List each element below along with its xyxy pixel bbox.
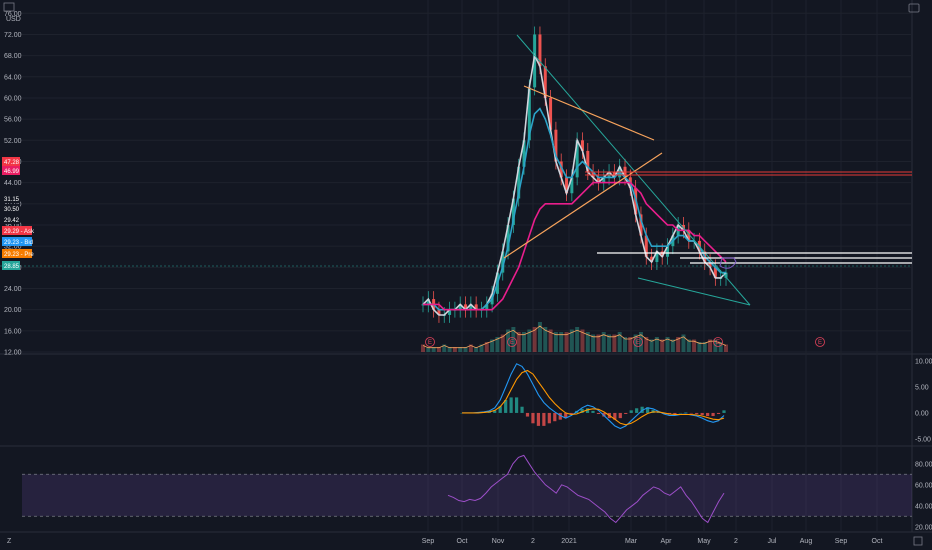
price-tick-label: 52.00 <box>4 138 22 145</box>
macd-histogram-bar <box>553 412 557 422</box>
price-tick-label: 64.00 <box>4 74 22 81</box>
earnings-label: E <box>428 340 432 346</box>
rsi-tick-label: 40.00 <box>915 503 932 510</box>
x-tick-label: Aug <box>800 538 813 545</box>
macd-histogram-bar <box>618 412 622 419</box>
x-tick-label: Oct <box>457 538 468 545</box>
macd-histogram-bar <box>596 412 601 414</box>
macd-histogram-bar <box>673 412 677 414</box>
volume-bar <box>724 344 728 352</box>
price-badge-text: 31.15 <box>4 197 20 203</box>
x-tick-label: Sep <box>835 538 848 545</box>
macd-histogram-bar <box>514 397 519 413</box>
macd-tick-label: 0.00 <box>915 410 929 417</box>
price-badge-text: 30.50 <box>4 207 20 213</box>
macd-histogram-bar <box>635 408 639 413</box>
macd-histogram-bar <box>525 412 530 417</box>
earnings-label: E <box>818 340 822 346</box>
rsi-tick-label: 20.00 <box>915 524 932 531</box>
x-tick-label: 2 <box>734 538 738 545</box>
x-tick-label: 2 <box>531 538 535 545</box>
x-tick-label: Oct <box>872 538 883 545</box>
rsi-tick-label: 80.00 <box>915 461 932 468</box>
price-badge-text: 47.28 <box>4 160 20 166</box>
chart-canvas[interactable]: USD EEEEE 76.0072.0068.0064.0060.0056.00… <box>0 0 932 550</box>
price-badge-text: 29.23 - Pre <box>4 252 34 258</box>
earnings-label: E <box>510 340 514 346</box>
macd-histogram-bar <box>624 412 628 414</box>
rsi-band <box>22 474 912 517</box>
earnings-label: E <box>716 340 720 346</box>
macd-histogram-bar <box>547 412 551 424</box>
macd-tick-label: 5.00 <box>915 385 929 392</box>
price-tick-label: 16.00 <box>4 328 22 335</box>
macd-histogram-bar <box>629 410 633 413</box>
x-tick-label: Apr <box>661 538 673 545</box>
macd-histogram-bar <box>520 406 524 413</box>
macd-tick-label: 10.00 <box>915 359 932 366</box>
macd-histogram-bar <box>591 410 595 413</box>
price-tick-label: 12.00 <box>4 350 22 357</box>
macd-histogram-bar <box>706 412 710 417</box>
price-tick-label: 20.00 <box>4 307 22 314</box>
price-badge-text: 29.29 - Ask <box>4 229 35 235</box>
macd-tick-label: -5.00 <box>915 436 931 443</box>
earnings-label: E <box>636 340 640 346</box>
price-tick-label: 76.00 <box>4 11 22 18</box>
x-tick-label: Sep <box>422 538 435 545</box>
price-tick-label: 24.00 <box>4 286 22 293</box>
macd-histogram-bar <box>531 412 535 424</box>
x-tick-label: Jul <box>768 538 777 545</box>
macd-histogram-bar <box>678 412 682 414</box>
macd-histogram-bar <box>509 397 513 413</box>
macd-histogram-bar <box>695 412 699 414</box>
macd-histogram-bar <box>716 412 721 414</box>
logo-icon: Z <box>7 538 12 545</box>
macd-histogram-bar <box>536 412 541 426</box>
price-tick-label: 56.00 <box>4 117 22 124</box>
price-tick-label: 44.00 <box>4 180 22 187</box>
macd-histogram-bar <box>684 412 688 413</box>
price-tick-label: 60.00 <box>4 95 22 102</box>
x-tick-label: 2021 <box>561 538 577 545</box>
x-tick-label: May <box>697 538 711 545</box>
x-tick-label: Mar <box>625 538 638 545</box>
price-tick-label: 68.00 <box>4 53 22 60</box>
price-badge-text: 46.99 <box>4 169 20 175</box>
macd-histogram-bar <box>722 410 726 413</box>
x-tick-label: Nov <box>492 538 505 545</box>
rsi-tick-label: 60.00 <box>915 482 932 489</box>
price-badge-text: 28.85 <box>4 264 20 270</box>
price-tick-label: 72.00 <box>4 32 22 39</box>
chart-background <box>0 0 932 550</box>
macd-histogram-bar <box>689 412 693 414</box>
macd-histogram-bar <box>700 412 704 416</box>
macd-histogram-bar <box>542 412 546 426</box>
price-badge-text: 29.42 <box>4 218 20 224</box>
macd-histogram-bar <box>711 412 715 417</box>
price-badge-text: 29.23 - Bid <box>4 240 33 246</box>
